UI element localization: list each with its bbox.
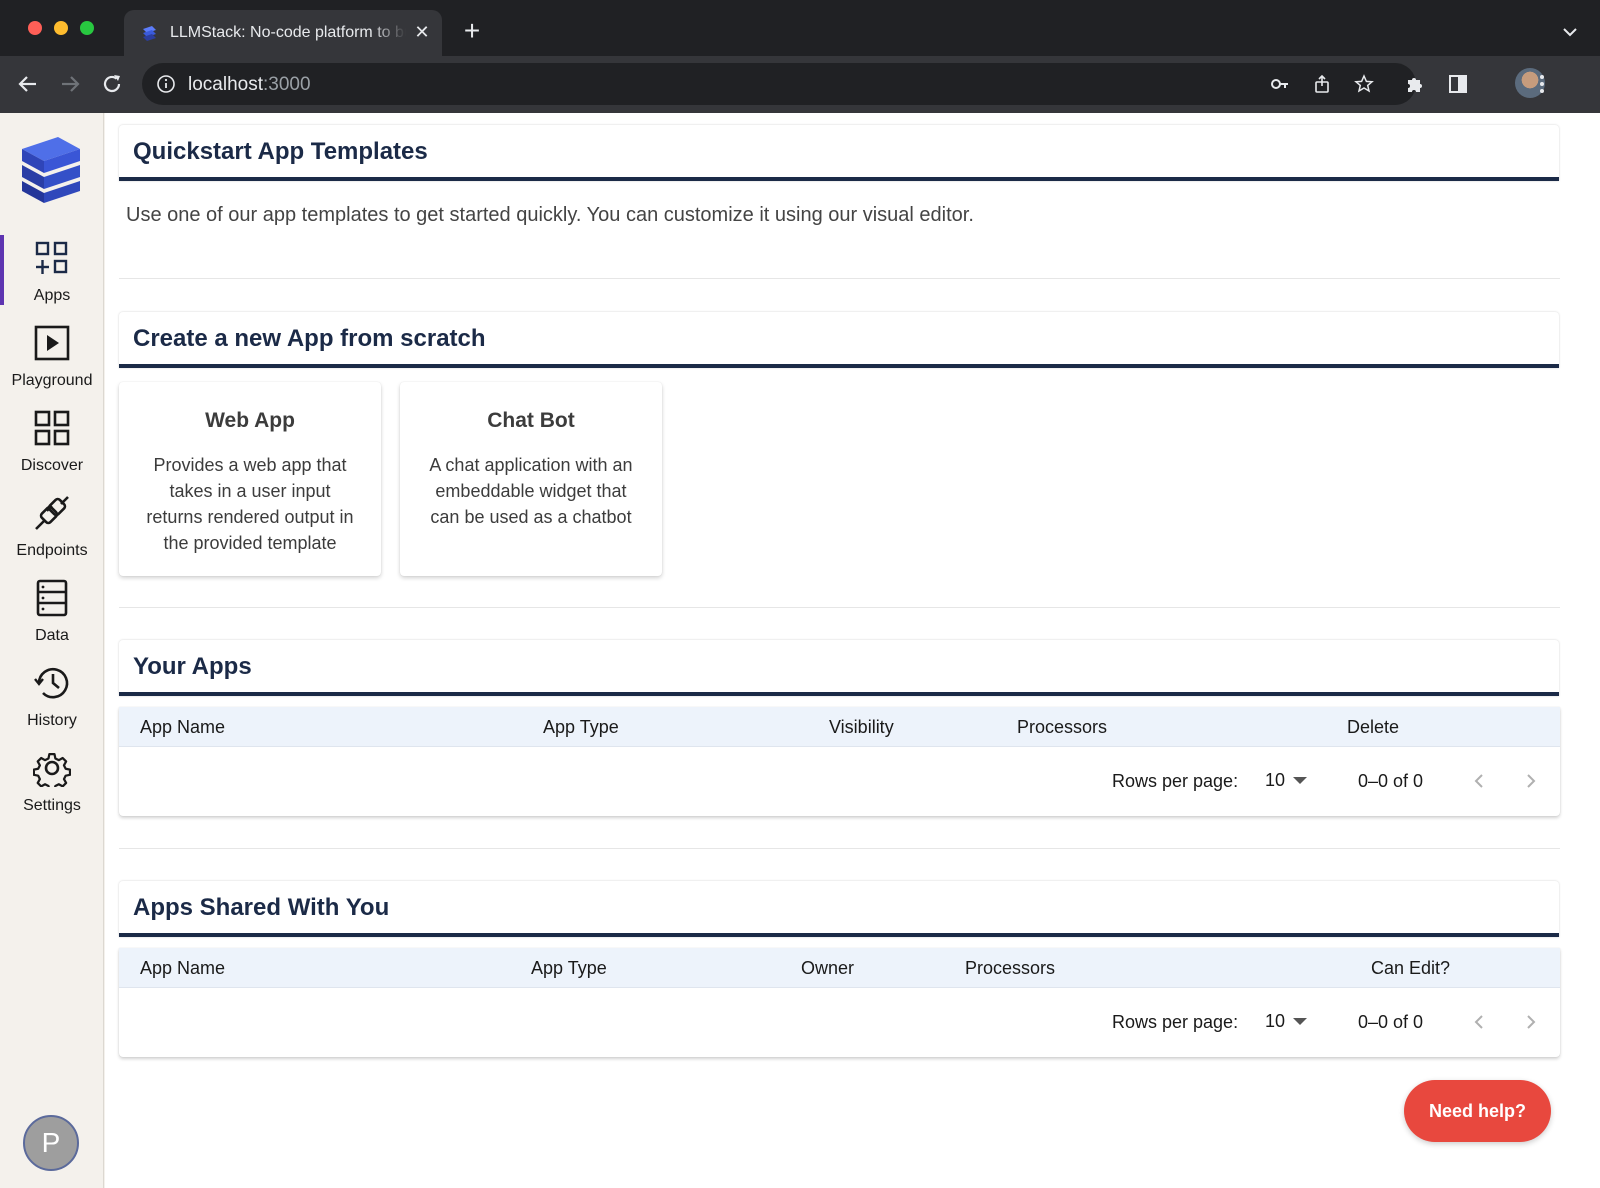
card-title: Web App bbox=[205, 409, 295, 432]
user-avatar[interactable]: P bbox=[23, 1115, 79, 1171]
address-bar[interactable]: localhost:3000 bbox=[142, 63, 1416, 105]
browser-chrome: LLMStack: No-code platform to build LLM … bbox=[0, 0, 1600, 113]
quickstart-description: Use one of our app templates to get star… bbox=[126, 204, 974, 226]
sidebar-item-label: Settings bbox=[23, 797, 81, 814]
main-content: Quickstart App Templates Use one of our … bbox=[105, 113, 1600, 1188]
column-header-app-type[interactable]: App Type bbox=[531, 958, 607, 979]
sidebar-item-apps[interactable]: Apps bbox=[0, 235, 104, 321]
site-info-icon[interactable] bbox=[156, 74, 176, 94]
bookmark-star-icon[interactable] bbox=[1354, 74, 1374, 94]
shared-apps-table: App Name App Type Owner Processors Can E… bbox=[119, 948, 1560, 1057]
caret-down-icon[interactable] bbox=[1293, 777, 1307, 784]
extensions-puzzle-icon[interactable] bbox=[1404, 72, 1428, 96]
sidebar-item-discover[interactable]: Discover bbox=[0, 405, 104, 491]
rows-per-page-label: Rows per page: bbox=[1112, 771, 1239, 791]
table-pagination: Rows per page: 10 0–0 of 0 bbox=[119, 765, 1560, 797]
create-section-header: Create a new App from scratch bbox=[119, 312, 1559, 368]
table-pagination: Rows per page: 10 0–0 of 0 bbox=[119, 1006, 1560, 1038]
sidebar-item-data[interactable]: Data bbox=[0, 575, 104, 661]
need-help-button[interactable]: Need help? bbox=[1404, 1080, 1551, 1142]
column-header-processors[interactable]: Processors bbox=[1017, 717, 1107, 738]
key-icon[interactable] bbox=[1270, 74, 1290, 94]
sidebar-item-endpoints[interactable]: Endpoints bbox=[0, 490, 104, 576]
previous-page-icon[interactable] bbox=[1467, 769, 1491, 793]
column-header-app-name[interactable]: App Name bbox=[140, 717, 225, 738]
previous-page-icon[interactable] bbox=[1467, 1010, 1491, 1034]
url-text[interactable]: localhost:3000 bbox=[188, 74, 311, 96]
sidebar-item-label: Apps bbox=[33, 287, 71, 304]
forward-arrow-icon[interactable] bbox=[56, 70, 84, 98]
close-icon[interactable]: ✕ bbox=[412, 22, 432, 42]
llmstack-favicon-icon bbox=[143, 26, 156, 41]
shared-apps-section-header: Apps Shared With You bbox=[119, 881, 1559, 937]
rows-per-page-select[interactable]: 10 bbox=[1265, 1011, 1285, 1032]
gear-icon bbox=[33, 753, 71, 787]
section-title: Create a new App from scratch bbox=[133, 325, 486, 352]
sidebar-item-label: Playground bbox=[11, 372, 93, 389]
sidebar: Apps Playground Discover Endpoints Data … bbox=[0, 113, 104, 1188]
sidebar-item-settings[interactable]: Settings bbox=[0, 745, 104, 831]
next-page-icon[interactable] bbox=[1519, 1010, 1543, 1034]
sidebar-item-label: Data bbox=[35, 627, 69, 644]
section-title: Quickstart App Templates bbox=[133, 138, 428, 165]
column-header-app-name[interactable]: App Name bbox=[140, 958, 225, 979]
apps-icon bbox=[35, 241, 68, 274]
chat-bot-card[interactable]: Chat Bot A chat application with an embe… bbox=[400, 382, 662, 576]
column-header-owner[interactable]: Owner bbox=[801, 958, 854, 979]
card-title: Chat Bot bbox=[487, 409, 575, 432]
window-close-button[interactable] bbox=[28, 21, 42, 35]
database-icon bbox=[36, 579, 68, 617]
column-header-delete[interactable]: Delete bbox=[1347, 717, 1399, 738]
window-zoom-button[interactable] bbox=[80, 21, 94, 35]
section-divider bbox=[119, 848, 1560, 849]
card-description: Provides a web app that takes in a user … bbox=[146, 455, 354, 553]
rows-per-page-label: Rows per page: bbox=[1112, 1012, 1239, 1032]
share-icon[interactable] bbox=[1312, 74, 1332, 94]
your-apps-section-header: Your Apps bbox=[119, 640, 1559, 696]
plug-icon bbox=[35, 496, 69, 530]
reload-icon[interactable] bbox=[98, 70, 126, 98]
window-minimize-button[interactable] bbox=[54, 21, 68, 35]
caret-down-icon[interactable] bbox=[1293, 1018, 1307, 1025]
llmstack-logo-icon[interactable] bbox=[18, 133, 84, 205]
sidebar-item-playground[interactable]: Playground bbox=[0, 320, 104, 406]
card-description: A chat application with an embeddable wi… bbox=[429, 455, 633, 527]
sidebar-item-label: Endpoints bbox=[16, 542, 88, 559]
quickstart-section-header: Quickstart App Templates bbox=[119, 125, 1559, 181]
more-vertical-icon[interactable] bbox=[1530, 72, 1554, 96]
sidebar-item-history[interactable]: History bbox=[0, 660, 104, 746]
next-page-icon[interactable] bbox=[1519, 769, 1543, 793]
play-icon bbox=[34, 325, 70, 361]
section-divider bbox=[119, 278, 1560, 279]
table-header: App Name App Type Visibility Processors … bbox=[119, 707, 1560, 747]
grid-icon bbox=[34, 410, 70, 446]
your-apps-table: App Name App Type Visibility Processors … bbox=[119, 707, 1560, 816]
pagination-range: 0–0 of 0 bbox=[1358, 771, 1424, 791]
sidebar-item-label: Discover bbox=[20, 457, 84, 474]
tab-title: LLMStack: No-code platform to build LLM … bbox=[170, 24, 406, 41]
browser-tab-active[interactable]: LLMStack: No-code platform to build LLM … bbox=[124, 10, 442, 56]
chevron-down-icon[interactable] bbox=[1560, 22, 1580, 42]
section-divider bbox=[119, 607, 1560, 608]
browser-toolbar: localhost:3000 bbox=[0, 56, 1600, 113]
column-header-processors[interactable]: Processors bbox=[965, 958, 1055, 979]
rows-per-page-select[interactable]: 10 bbox=[1265, 770, 1285, 791]
tab-strip: LLMStack: No-code platform to build LLM … bbox=[0, 0, 1600, 56]
side-panel-icon[interactable] bbox=[1446, 72, 1470, 96]
history-icon bbox=[34, 667, 69, 699]
section-title: Your Apps bbox=[133, 653, 252, 680]
table-header: App Name App Type Owner Processors Can E… bbox=[119, 948, 1560, 988]
column-header-app-type[interactable]: App Type bbox=[543, 717, 619, 738]
column-header-can-edit[interactable]: Can Edit? bbox=[1371, 958, 1450, 979]
pagination-range: 0–0 of 0 bbox=[1358, 1012, 1424, 1032]
column-header-visibility[interactable]: Visibility bbox=[829, 717, 894, 738]
section-title: Apps Shared With You bbox=[133, 894, 390, 921]
back-arrow-icon[interactable] bbox=[14, 70, 42, 98]
new-tab-button[interactable]: + bbox=[458, 17, 486, 46]
web-app-card[interactable]: Web App Provides a web app that takes in… bbox=[119, 382, 381, 576]
sidebar-item-label: History bbox=[27, 712, 77, 729]
